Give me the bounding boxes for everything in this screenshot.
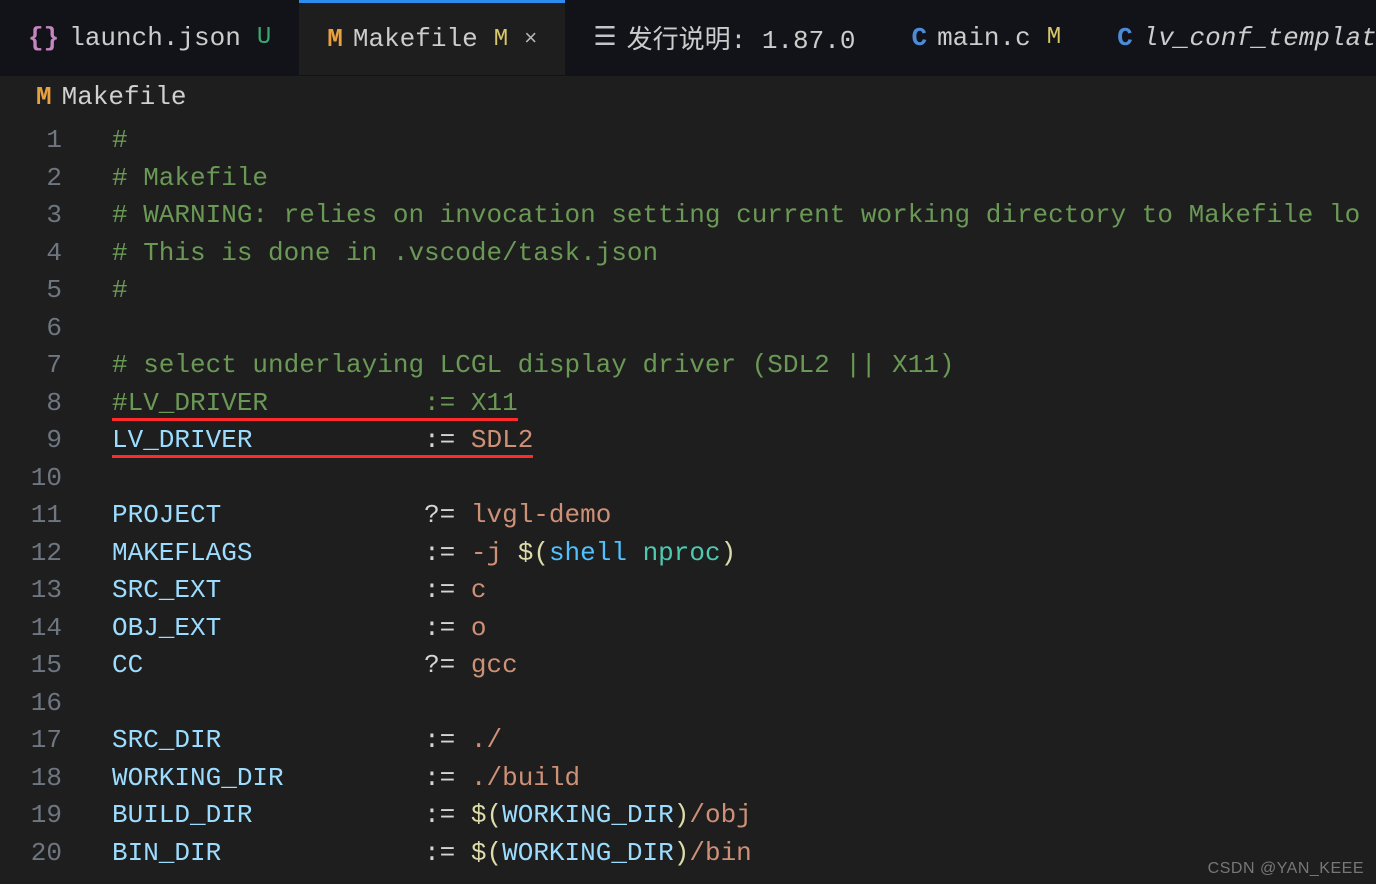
code-editor[interactable]: 1#2# Makefile3# WARNING: relies on invoc… — [0, 112, 1376, 872]
c-file-icon: C — [911, 23, 927, 53]
tab-launch-json[interactable]: {} launch.json U — [0, 0, 299, 75]
line-number: 8 — [0, 385, 90, 423]
code-line[interactable]: 17 SRC_DIR := ./ — [0, 722, 1376, 760]
breadcrumb: M Makefile — [0, 76, 1376, 112]
line-number: 17 — [0, 722, 90, 760]
tab-label: lv_conf_template.h — [1143, 23, 1376, 53]
code-line[interactable]: 1# — [0, 122, 1376, 160]
code-content[interactable]: BIN_DIR := $(WORKING_DIR)/bin — [102, 835, 1376, 873]
line-number: 3 — [0, 197, 90, 235]
line-number: 7 — [0, 347, 90, 385]
code-content[interactable]: SRC_DIR := ./ — [102, 722, 1376, 760]
code-content[interactable]: #LV_DRIVER := X11 — [102, 385, 1376, 423]
json-icon: {} — [28, 23, 59, 53]
tab--1-87-0[interactable]: ☰ 发行说明: 1.87.0 — [565, 0, 883, 75]
code-content[interactable]: # This is done in .vscode/task.json — [102, 235, 1376, 273]
makefile-icon: M — [36, 82, 52, 112]
line-number: 20 — [0, 835, 90, 873]
git-status-badge: U — [257, 24, 271, 51]
code-line[interactable]: 18 WORKING_DIR := ./build — [0, 760, 1376, 798]
code-line[interactable]: 20 BIN_DIR := $(WORKING_DIR)/bin — [0, 835, 1376, 873]
line-number: 19 — [0, 797, 90, 835]
line-number: 12 — [0, 535, 90, 573]
line-number: 6 — [0, 310, 90, 348]
tab-main-c[interactable]: Cmain.c M — [883, 0, 1089, 75]
line-number: 9 — [0, 422, 90, 460]
c-file-icon: C — [1117, 23, 1133, 53]
code-content[interactable]: OBJ_EXT := o — [102, 610, 1376, 648]
makefile-icon: M — [327, 24, 343, 54]
tab-bar: {} launch.json U M Makefile M × ☰ 发行说明: 1.87.0 Cm… — [0, 0, 1376, 76]
close-icon[interactable]: × — [524, 27, 537, 52]
tab-label: 发行说明: 1.87.0 — [627, 19, 856, 56]
git-status-badge: M — [1047, 24, 1061, 51]
code-content[interactable]: # Makefile — [102, 160, 1376, 198]
line-number: 15 — [0, 647, 90, 685]
tab-makefile[interactable]: M Makefile M × — [299, 0, 565, 75]
code-line[interactable]: 2 # Makefile — [0, 160, 1376, 198]
code-line[interactable]: 5# — [0, 272, 1376, 310]
code-content[interactable]: PROJECT ?= lvgl-demo — [102, 497, 1376, 535]
tab-lv-conf-template-h[interactable]: Clv_conf_template.h — [1089, 0, 1376, 75]
code-line[interactable]: 12 MAKEFLAGS := -j $(shell nproc) — [0, 535, 1376, 573]
code-content[interactable]: LV_DRIVER := SDL2 — [102, 422, 1376, 460]
line-number: 18 — [0, 760, 90, 798]
code-content[interactable] — [102, 460, 1376, 498]
tab-label: main.c — [937, 23, 1031, 53]
line-number: 1 — [0, 122, 90, 160]
code-content[interactable]: # WARNING: relies on invocation setting … — [102, 197, 1376, 235]
code-line[interactable]: 15 CC ?= gcc — [0, 647, 1376, 685]
code-line[interactable]: 3 # WARNING: relies on invocation setting… — [0, 197, 1376, 235]
code-content[interactable]: # — [102, 122, 1376, 160]
line-number: 11 — [0, 497, 90, 535]
code-line[interactable]: 13 SRC_EXT := c — [0, 572, 1376, 610]
code-line[interactable]: 7 # select underlaying LCGL display drive… — [0, 347, 1376, 385]
code-content[interactable]: WORKING_DIR := ./build — [102, 760, 1376, 798]
code-content[interactable]: CC ?= gcc — [102, 647, 1376, 685]
tab-label: Makefile — [353, 24, 478, 54]
line-number: 13 — [0, 572, 90, 610]
code-content[interactable]: # select underlaying LCGL display driver… — [102, 347, 1376, 385]
code-line[interactable]: 10 — [0, 460, 1376, 498]
line-number: 5 — [0, 272, 90, 310]
breadcrumb-label: Makefile — [62, 82, 187, 112]
code-line[interactable]: 19 BUILD_DIR := $(WORKING_DIR)/obj — [0, 797, 1376, 835]
line-number: 16 — [0, 685, 90, 723]
line-number: 4 — [0, 235, 90, 273]
code-line[interactable]: 6 — [0, 310, 1376, 348]
line-number: 2 — [0, 160, 90, 198]
code-content[interactable]: BUILD_DIR := $(WORKING_DIR)/obj — [102, 797, 1376, 835]
line-number: 14 — [0, 610, 90, 648]
code-content[interactable] — [102, 310, 1376, 348]
code-line[interactable]: 16 — [0, 685, 1376, 723]
code-line[interactable]: 14 OBJ_EXT := o — [0, 610, 1376, 648]
code-content[interactable]: # — [102, 272, 1376, 310]
tab-label: launch.json — [69, 23, 241, 53]
code-line[interactable]: 11 PROJECT ?= lvgl-demo — [0, 497, 1376, 535]
code-line[interactable]: 8 #LV_DRIVER := X11 — [0, 385, 1376, 423]
code-content[interactable]: SRC_EXT := c — [102, 572, 1376, 610]
watermark: CSDN @YAN_KEEE — [1208, 860, 1364, 878]
git-status-badge: M — [494, 26, 508, 53]
code-content[interactable] — [102, 685, 1376, 723]
code-content[interactable]: MAKEFLAGS := -j $(shell nproc) — [102, 535, 1376, 573]
code-line[interactable]: 4 # This is done in .vscode/task.json — [0, 235, 1376, 273]
release-notes-icon: ☰ — [593, 22, 616, 53]
line-number: 10 — [0, 460, 90, 498]
code-line[interactable]: 9 LV_DRIVER := SDL2 — [0, 422, 1376, 460]
